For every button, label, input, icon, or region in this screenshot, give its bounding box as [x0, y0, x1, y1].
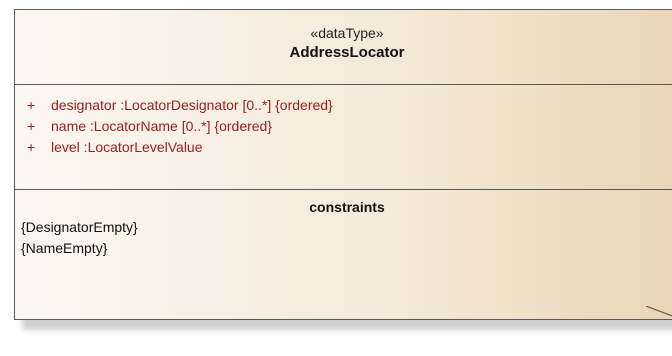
attribute-row[interactable]: + designator :LocatorDesignator [0..*] {o… [27, 95, 672, 116]
attribute-row[interactable]: + level :LocatorLevelValue [27, 137, 672, 158]
attributes-compartment: + designator :LocatorDesignator [0..*] {o… [15, 85, 672, 190]
corner-fold-icon [646, 306, 672, 317]
attribute-visibility: + [27, 139, 36, 155]
constraints-compartment: constraints {DesignatorEmpty} {NameEmpty… [15, 190, 672, 319]
class-stereotype: «dataType» [310, 25, 384, 41]
attribute-text: name :LocatorName [0..*] {ordered} [51, 118, 273, 134]
constraints-title: constraints [309, 199, 385, 215]
attribute-row[interactable]: + name :LocatorName [0..*] {ordered} [27, 116, 672, 137]
attribute-text: level :LocatorLevelValue [51, 139, 203, 155]
attribute-visibility: + [27, 118, 36, 134]
uml-class-box[interactable]: «dataType» AddressLocator + designator :L… [14, 9, 672, 320]
attribute-text: designator :LocatorDesignator [0..*] {or… [51, 97, 333, 113]
class-name: AddressLocator [289, 44, 405, 61]
class-header-compartment: «dataType» AddressLocator [15, 10, 672, 85]
diagram-canvas: «dataType» AddressLocator + designator :L… [0, 0, 672, 356]
constraint-row[interactable]: {DesignatorEmpty} [15, 217, 672, 238]
constraint-row[interactable]: {NameEmpty} [15, 238, 672, 259]
attribute-visibility: + [27, 97, 36, 113]
